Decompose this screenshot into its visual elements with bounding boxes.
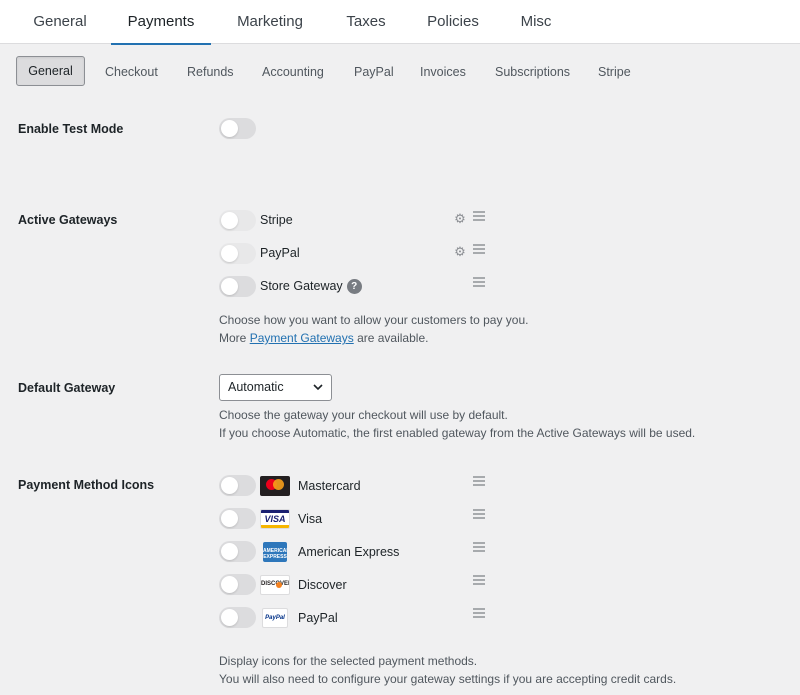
- pm-amex-toggle[interactable]: [219, 541, 256, 562]
- mastercard-icon: [260, 476, 290, 496]
- pm-discover-label: Discover: [298, 578, 347, 592]
- drag-handle-icon[interactable]: [473, 211, 485, 221]
- sub-tab-refunds[interactable]: Refunds: [187, 64, 234, 80]
- pm-mastercard-label: Mastercard: [298, 479, 361, 493]
- payment-method-icons-label: Payment Method Icons: [18, 478, 155, 492]
- default-gateway-label: Default Gateway: [18, 381, 116, 395]
- drag-handle-icon[interactable]: [473, 244, 485, 254]
- gateway-stripe-toggle[interactable]: [219, 210, 256, 231]
- payment-gateways-link[interactable]: Payment Gateways: [250, 331, 354, 345]
- drag-handle-icon[interactable]: [473, 575, 485, 585]
- drag-handle-icon[interactable]: [473, 509, 485, 519]
- test-mode-label: Enable Test Mode: [18, 122, 124, 136]
- pm-discover-toggle[interactable]: [219, 574, 256, 595]
- drag-handle-icon[interactable]: [473, 608, 485, 618]
- gateway-paypal-toggle[interactable]: [219, 243, 256, 264]
- chevron-down-icon: [313, 384, 323, 391]
- default-gateway-select[interactable]: Automatic: [219, 374, 332, 401]
- drag-handle-icon[interactable]: [473, 476, 485, 486]
- pm-visa-toggle[interactable]: [219, 508, 256, 529]
- top-tab-payments[interactable]: Payments: [111, 0, 211, 45]
- default-gateway-help-line1: Choose the gateway your checkout will us…: [219, 408, 508, 422]
- amex-icon: AMERICAN EXPRESS: [263, 542, 287, 562]
- top-tab-bar: General Payments Marketing Taxes Policie…: [0, 0, 800, 45]
- top-tab-marketing[interactable]: Marketing: [227, 0, 313, 44]
- active-gateways-help-line1: Choose how you want to allow your custom…: [219, 313, 529, 327]
- help-more-prefix: More: [219, 331, 250, 345]
- sub-tab-stripe[interactable]: Stripe: [598, 64, 631, 80]
- gateway-store-toggle[interactable]: [219, 276, 256, 297]
- gear-icon[interactable]: ⚙: [453, 212, 467, 226]
- payment-method-icons-help-line2: You will also need to configure your gat…: [219, 672, 677, 686]
- sub-tab-checkout[interactable]: Checkout: [105, 64, 158, 80]
- sub-tab-subscriptions[interactable]: Subscriptions: [495, 64, 570, 80]
- gateway-store-label: Store Gateway?: [260, 279, 362, 295]
- active-gateways-help-line2: More Payment Gateways are available.: [219, 329, 529, 347]
- top-tab-taxes[interactable]: Taxes: [337, 0, 395, 44]
- pm-paypal-toggle[interactable]: [219, 607, 256, 628]
- top-tab-general[interactable]: General: [22, 0, 98, 44]
- help-more-suffix: are available.: [353, 331, 429, 345]
- default-gateway-help-line2: If you choose Automatic, the first enabl…: [219, 426, 696, 440]
- drag-handle-icon[interactable]: [473, 542, 485, 552]
- payment-method-icons-help: Display icons for the selected payment m…: [219, 652, 676, 688]
- sub-tab-accounting[interactable]: Accounting: [262, 64, 324, 80]
- pm-visa-label: Visa: [298, 512, 323, 526]
- help-icon[interactable]: ?: [346, 279, 362, 295]
- sub-tab-paypal[interactable]: PayPal: [354, 64, 394, 80]
- sub-tab-general[interactable]: General: [16, 56, 85, 86]
- gateway-stripe-label: Stripe: [260, 213, 293, 227]
- visa-icon: VISA: [260, 509, 290, 529]
- pm-amex-label: American Express: [298, 545, 400, 559]
- gateway-paypal-label: PayPal: [260, 246, 300, 260]
- active-gateways-label: Active Gateways: [18, 213, 118, 227]
- drag-handle-icon[interactable]: [473, 277, 485, 287]
- pm-mastercard-toggle[interactable]: [219, 475, 256, 496]
- payment-method-icons-help-line1: Display icons for the selected payment m…: [219, 654, 478, 668]
- pm-paypal-label: PayPal: [298, 611, 338, 625]
- top-tab-policies[interactable]: Policies: [418, 0, 488, 44]
- default-gateway-help: Choose the gateway your checkout will us…: [219, 406, 695, 442]
- sub-tab-invoices[interactable]: Invoices: [420, 64, 466, 80]
- default-gateway-value: Automatic: [228, 380, 284, 394]
- paypal-icon: PayPal: [262, 608, 288, 628]
- active-gateways-help: Choose how you want to allow your custom…: [219, 311, 529, 347]
- discover-icon: DISCOVER: [260, 575, 290, 595]
- top-tab-misc[interactable]: Misc: [510, 0, 562, 44]
- test-mode-toggle[interactable]: [219, 118, 256, 139]
- gateway-store-name: Store Gateway: [260, 279, 343, 293]
- gear-icon[interactable]: ⚙: [453, 245, 467, 259]
